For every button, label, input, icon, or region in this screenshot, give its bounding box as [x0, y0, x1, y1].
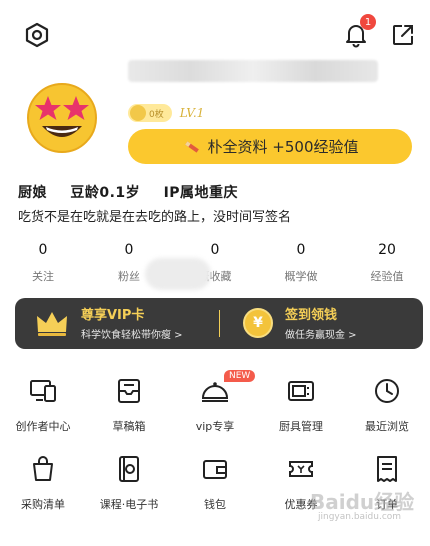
grid-item-label: vip专享 [195, 420, 235, 433]
top-bar: 1 [0, 0, 430, 60]
user-signature[interactable]: 吃货不是在吃就是在去吃的路上，没时间写签名 [18, 206, 291, 225]
kitchenware-icon [288, 381, 314, 401]
pencil-icon [184, 140, 199, 153]
share-button[interactable] [387, 19, 419, 51]
orders-icon [377, 456, 397, 482]
vip-title: 尊享VIP卡 [81, 308, 145, 323]
wallet-icon [203, 460, 227, 479]
stat-label: 关注 [32, 270, 54, 283]
watermark: Baidu经验 [310, 490, 415, 514]
stat-label: 概学做 [284, 270, 318, 283]
complete-profile-label: 朴全资料 +500经验值 [207, 138, 359, 156]
vip-subtitle: 科学饮食轻松带你瘦 > [81, 330, 183, 341]
level-badge-count: 0枚 [149, 109, 164, 120]
user-meta: 厨娘 豆龄0.1岁 IP属地重庆 [18, 182, 256, 202]
level-label: LV.1 [179, 106, 205, 120]
user-ip-location: IP属地重庆 [163, 185, 239, 201]
complete-profile-button[interactable]: 朴全资料 +500经验值 [128, 129, 412, 164]
crown-icon [37, 311, 67, 336]
grid-item-kitchenware[interactable]: 厨具管理 [258, 370, 344, 448]
signin-subtitle: 做任务赢现金 > [285, 330, 357, 341]
settings-button[interactable] [21, 19, 53, 51]
grid-item-drafts[interactable]: 草稿箱 [86, 370, 172, 448]
avatar[interactable] [22, 78, 102, 158]
coin-icon: ¥ [243, 307, 273, 338]
banner-divider [219, 310, 220, 337]
stat-experience[interactable]: 20 经验值 [344, 242, 430, 284]
stat-value: 20 [378, 242, 396, 258]
grid-item-creator-center[interactable]: 创作者中心 [0, 370, 86, 448]
grid-item-vip-exclusive[interactable]: NEW vip专享 [172, 370, 258, 448]
level-row: 0枚 LV.1 [128, 104, 204, 122]
grid-item-recent[interactable]: 最近浏览 [344, 370, 430, 448]
grid-item-shopping-list[interactable]: 采购清单 [0, 448, 86, 526]
grid-item-label: 创作者中心 [15, 420, 71, 433]
blur-overlay [145, 258, 211, 290]
vip-banner: 尊享VIP卡 科学饮食轻松带你瘦 > ¥ 签到领钱 做任务赢现金 > [15, 298, 423, 349]
stat-value: 0 [296, 242, 306, 258]
stat-value: 0 [38, 242, 48, 258]
signin-title: 签到领钱 [285, 308, 338, 323]
coupon-icon [289, 461, 313, 477]
notification-badge: 1 [360, 14, 376, 30]
new-tag: NEW [224, 370, 256, 382]
user-role: 厨娘 [18, 185, 47, 201]
star-eyes-emoji-icon [27, 83, 97, 153]
creator-center-icon [30, 380, 56, 402]
drafts-icon [118, 379, 140, 403]
recent-history-icon [375, 379, 399, 403]
watermark-url: jingyan.baidu.com [318, 512, 402, 522]
profile-header: 0枚 LV.1 朴全资料 +500经验值 [0, 60, 430, 170]
shopping-list-icon [33, 456, 53, 481]
username-blurred [128, 60, 378, 82]
external-link-icon [393, 25, 413, 45]
user-age: 豆龄0.1岁 [70, 185, 141, 201]
grid-item-label: 厨具管理 [279, 420, 323, 433]
medal-icon [130, 105, 146, 121]
grid-item-label: 采购清单 [21, 498, 65, 511]
stats-row: 0 关注 0 粉丝 0 概收藏 0 概学做 20 经验值 [0, 242, 430, 284]
stat-label: 经验值 [370, 270, 404, 283]
grid-item-courses[interactable]: 课程·电子书 [86, 448, 172, 526]
stat-following[interactable]: 0 关注 [0, 242, 86, 284]
courses-ebook-icon [119, 456, 139, 482]
grid-item-label: 草稿箱 [112, 420, 146, 433]
grid-item-label: 课程·电子书 [99, 498, 159, 511]
level-badge[interactable]: 0枚 [128, 104, 172, 122]
grid-item-wallet[interactable]: 钱包 [172, 448, 258, 526]
stat-learned[interactable]: 0 概学做 [258, 242, 344, 284]
vip-card-entry[interactable]: 尊享VIP卡 科学饮食轻松带你瘦 > [35, 304, 183, 341]
settings-icon [25, 22, 49, 48]
grid-item-label: 最近浏览 [365, 420, 409, 433]
grid-item-label: 钱包 [204, 498, 226, 511]
signin-entry[interactable]: ¥ 签到领钱 做任务赢现金 > [243, 304, 357, 341]
